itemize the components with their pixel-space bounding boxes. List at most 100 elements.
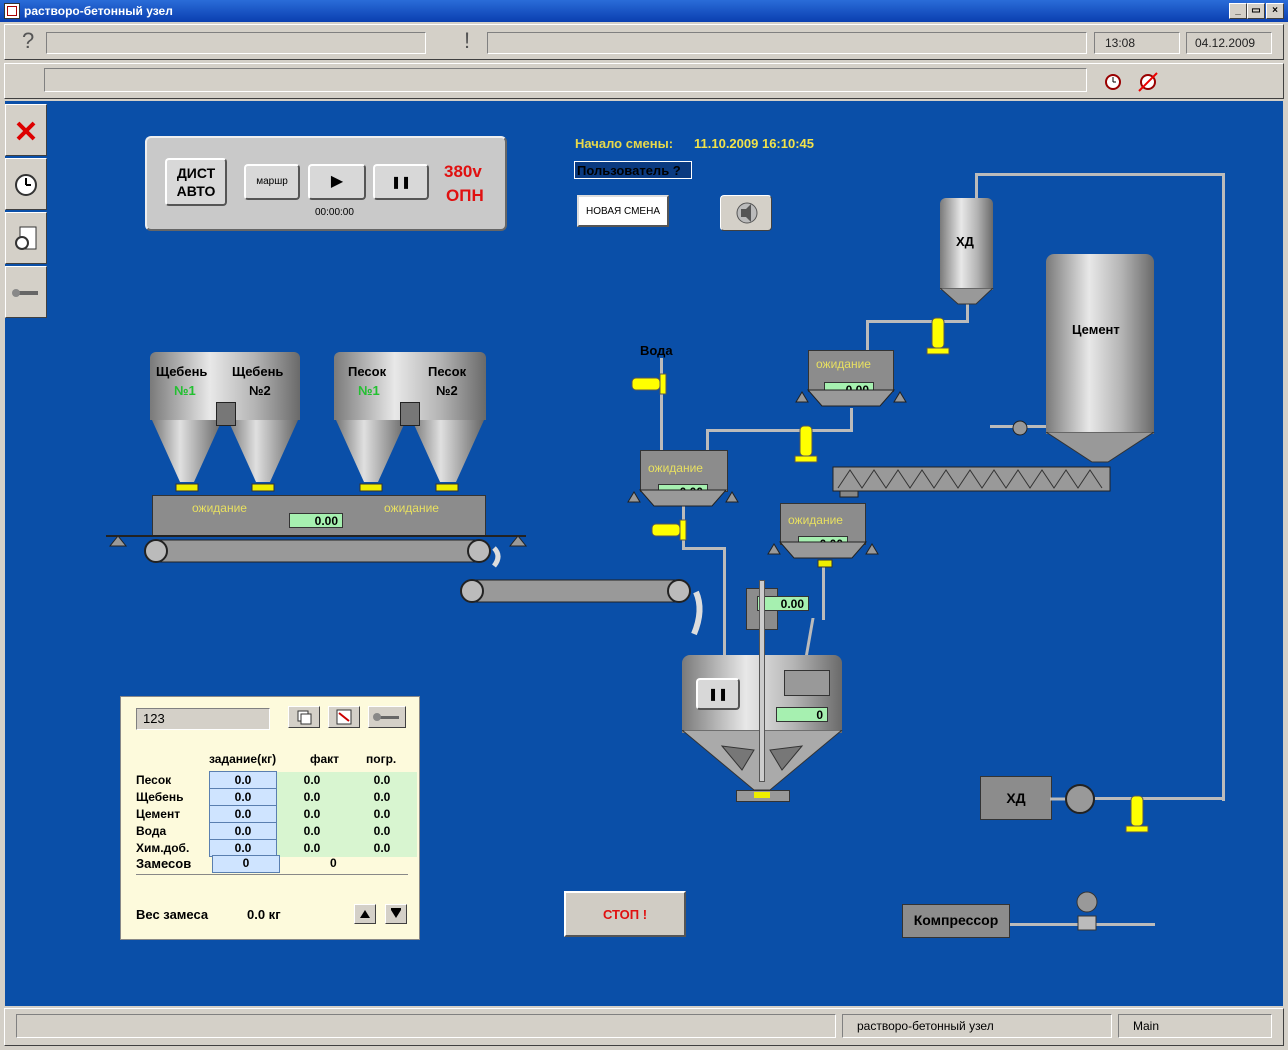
mixer-shaft [759, 580, 765, 782]
mode-button[interactable]: ДИСТ АВТО [165, 158, 227, 206]
bin-sand1-label: Песок [348, 364, 387, 379]
bin-gravel2-label: Щебень [232, 364, 284, 379]
gate-indicator [754, 792, 770, 798]
weight-up-button[interactable] [354, 904, 376, 924]
aeration-valve [1012, 420, 1028, 436]
status-app-name: растворо-бетонный узел [842, 1014, 1112, 1038]
cement-silo-label: Цемент [1072, 322, 1120, 337]
shift-start-value: 11.10.2009 16:10:45 [694, 136, 814, 151]
water-scale-status: ожидание [648, 461, 703, 475]
reports-button[interactable] [5, 212, 47, 264]
window-title: растворо-бетонный узел [24, 4, 173, 18]
recipe-name-field[interactable]: 123 [136, 708, 270, 730]
opn-indicator: ОПН [446, 186, 484, 205]
alert-icon[interactable]: ! [464, 28, 470, 54]
close-window-button[interactable]: × [1266, 3, 1284, 19]
help-message-field [46, 32, 426, 54]
weight-down-button[interactable] [385, 904, 407, 924]
pipe [1222, 173, 1225, 801]
recipe-table: Песок 0.0 0.0 0.0 Щебень 0.0 0.0 0.0 Цемент 0.0… [136, 771, 418, 857]
col-error-header: погр. [366, 752, 397, 766]
conveyor-1 [144, 539, 501, 568]
fact-cell: 0.0 [276, 788, 347, 806]
minimize-button[interactable]: _ [1229, 3, 1247, 19]
recipe-copy-button[interactable] [288, 706, 320, 728]
row-name: Вода [136, 824, 167, 838]
pipe [706, 429, 852, 432]
alarms-button[interactable] [5, 158, 47, 210]
table-row: Песок 0.0 0.0 0.0 [136, 771, 417, 789]
compressor: Компрессор [902, 904, 1010, 938]
hd-valve-icon[interactable] [925, 316, 951, 356]
task-cell[interactable]: 0.0 [209, 822, 277, 840]
task-cell[interactable]: 0.0 [209, 805, 277, 823]
bin-cones [152, 420, 484, 492]
error-cell: 0.0 [347, 822, 417, 840]
water-valve-icon[interactable] [630, 372, 670, 396]
sound-button[interactable] [720, 195, 772, 231]
status-screen-name: Main [1118, 1014, 1272, 1038]
recipe-load-button[interactable] [328, 706, 360, 728]
copy-icon [297, 710, 312, 725]
error-cell: 0.0 [347, 839, 417, 857]
error-cell: 0.0 [347, 805, 417, 823]
row-name: Песок [136, 773, 172, 787]
voltage-indicator: 380v [444, 162, 482, 181]
hd-bottom-valve-icon[interactable] [1124, 794, 1150, 834]
new-shift-button[interactable]: НОВАЯ СМЕНА [577, 195, 669, 227]
table-row: Хим.доб. 0.0 0.0 0.0 [136, 839, 417, 857]
recipe-settings-button[interactable] [368, 706, 406, 728]
pipe [866, 320, 969, 323]
mixer-weight: 0 [776, 707, 828, 722]
task-cell[interactable]: 0.0 [209, 788, 277, 806]
route-button[interactable]: маршр [244, 164, 300, 200]
water-scale-hopper [627, 489, 739, 507]
mode-line2: АВТО [176, 183, 216, 199]
pipe [822, 565, 825, 620]
user-field[interactable]: Пользователь ? [574, 161, 692, 179]
mixer-pause-button[interactable]: ❚❚ [696, 678, 740, 710]
bin-gravel1-label: Щебень [156, 364, 208, 379]
pipe [850, 408, 853, 432]
event-message-field [44, 68, 1087, 92]
batches-fact: 0 [330, 856, 337, 870]
help-icon[interactable]: ? [22, 28, 34, 54]
aggregate-left-status: ожидание [192, 501, 247, 515]
table-row: Щебень 0.0 0.0 0.0 [136, 788, 417, 806]
status-message [16, 1014, 836, 1038]
task-cell[interactable]: 0.0 [209, 771, 277, 789]
pipe [866, 320, 869, 350]
cement-valve-icon[interactable] [793, 424, 819, 464]
task-cell[interactable]: 0.0 [209, 839, 277, 857]
additive-scale-hopper [767, 541, 879, 568]
alarm-clock-icon [15, 174, 37, 196]
cement-scale-hopper [795, 389, 907, 407]
report-clock-icon [15, 226, 37, 250]
level-sensor [400, 402, 420, 426]
pause-button[interactable]: ❚❚ [373, 164, 429, 200]
fact-cell: 0.0 [276, 771, 347, 789]
pipe [706, 429, 709, 451]
row-name: Цемент [136, 807, 181, 821]
water-label: Вода [640, 343, 673, 358]
mode-line1: ДИСТ [176, 165, 216, 181]
settings-button[interactable] [5, 266, 47, 318]
batches-label: Замесов [136, 856, 192, 871]
exit-button[interactable] [5, 104, 47, 156]
fact-cell: 0.0 [276, 805, 347, 823]
alarm-off-icon[interactable] [1136, 70, 1160, 92]
alarm-clock-icon[interactable] [1102, 70, 1124, 92]
shift-start-label: Начало смены: [575, 136, 674, 151]
stop-button[interactable]: СТОП ! [564, 891, 686, 937]
title-bar: растворо-бетонный узел _ ▭ × [0, 0, 1288, 22]
batches-task-field[interactable]: 0 [212, 855, 280, 873]
hd-top-label: ХД [956, 234, 974, 249]
error-cell: 0.0 [347, 771, 417, 789]
bin-gravel2-number: №2 [249, 383, 271, 398]
water-drain-valve-icon[interactable] [650, 518, 690, 542]
load-icon [336, 709, 352, 725]
cement-scale-status: ожидание [816, 357, 871, 371]
play-button[interactable]: ▶ [308, 164, 366, 200]
level-sensor [216, 402, 236, 426]
restore-button[interactable]: ▭ [1247, 3, 1265, 19]
